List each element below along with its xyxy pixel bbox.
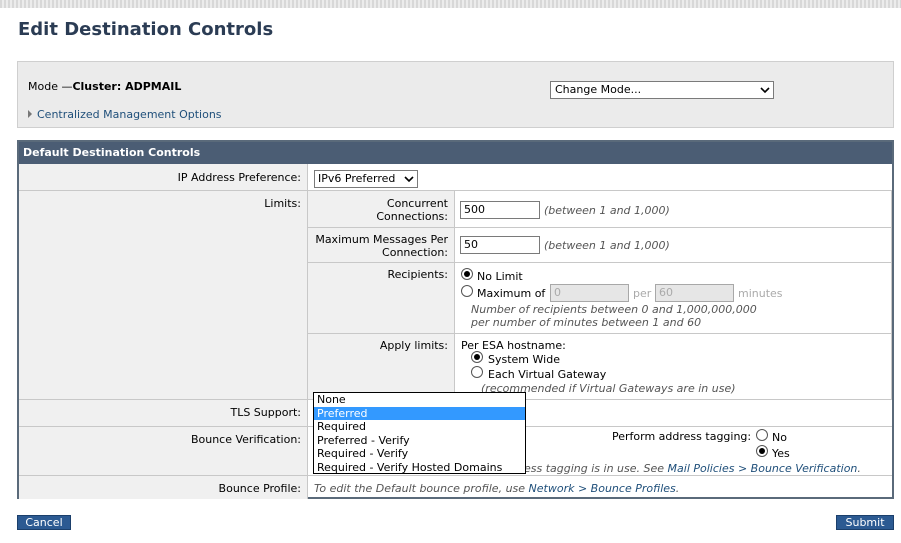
bounce-note-end: .: [857, 462, 861, 475]
row-divider: [308, 333, 892, 334]
change-mode-select[interactable]: Change Mode...: [550, 81, 774, 99]
system-wide-label: System Wide: [488, 353, 560, 366]
change-mode-value: Change Mode...: [555, 83, 642, 96]
max-messages-hint: (between 1 and 1,000): [544, 239, 670, 252]
recipients-label: Recipients:: [387, 268, 448, 281]
bounce-profile-text: To edit the Default bounce profile, use: [314, 482, 529, 495]
ip-preference-label: IP Address Preference:: [177, 171, 301, 184]
tagging-yes-radio[interactable]: [756, 445, 768, 457]
recipients-maximum-label: Maximum of: [477, 287, 546, 300]
chevron-down-icon: [404, 176, 414, 183]
bounce-profile-label: Bounce Profile:: [218, 482, 301, 495]
each-virtual-gateway-label: Each Virtual Gateway: [488, 368, 607, 381]
row-divider: [19, 190, 892, 191]
apply-limits-label: Apply limits:: [379, 339, 448, 352]
expand-triangle-icon: [28, 110, 32, 118]
recipients-maximum-radio[interactable]: [461, 285, 473, 297]
tls-option-none[interactable]: None: [314, 393, 525, 407]
page-title: Edit Destination Controls: [18, 19, 274, 40]
bounce-note: ess tagging is in use. See Mail Policies…: [524, 462, 861, 475]
tls-support-dropdown[interactable]: None Preferred Required Preferred - Veri…: [313, 392, 526, 474]
max-messages-input[interactable]: 50: [460, 236, 540, 254]
recipients-minutes-input[interactable]: 60: [655, 284, 734, 302]
concurrent-connections-hint: (between 1 and 1,000): [544, 204, 670, 217]
recipients-per-label: per: [633, 287, 652, 300]
mode-prefix: Mode —: [28, 80, 73, 93]
tagging-no-radio[interactable]: [756, 429, 768, 441]
recipients-max-input[interactable]: 0: [550, 284, 629, 302]
tls-option-preferred[interactable]: Preferred: [314, 406, 525, 420]
tagging-yes-label: Yes: [772, 447, 790, 460]
tls-support-label: TLS Support:: [230, 406, 301, 419]
bounce-verification-label: Bounce Verification:: [190, 433, 301, 446]
concurrent-connections-label-line1: Concurrent: [386, 197, 448, 210]
mode-panel: Mode —Cluster: ADPMAIL Change Mode... Ce…: [17, 61, 894, 128]
ip-preference-select[interactable]: IPv6 Preferred: [314, 170, 418, 188]
cancel-button[interactable]: Cancel: [17, 515, 71, 530]
bounce-verification-link[interactable]: Mail Policies > Bounce Verification: [668, 462, 858, 475]
row-divider: [308, 227, 892, 228]
tls-option-preferred-verify[interactable]: Preferred - Verify: [314, 434, 525, 448]
column-divider: [454, 191, 455, 399]
ip-preference-value: IPv6 Preferred: [318, 172, 396, 185]
bounce-profile-end: .: [675, 482, 680, 495]
top-strip: [0, 0, 901, 8]
recipients-minutes-label: minutes: [738, 287, 783, 300]
tls-option-required[interactable]: Required: [314, 420, 525, 434]
recipients-no-limit-label: No Limit: [477, 270, 523, 283]
limits-label: Limits:: [264, 197, 301, 210]
max-messages-label-line2: Connection:: [382, 246, 448, 259]
bounce-profiles-link[interactable]: Network > Bounce Profiles: [529, 482, 676, 495]
recipients-no-limit-radio[interactable]: [461, 268, 473, 280]
each-virtual-gateway-radio[interactable]: [471, 366, 483, 378]
system-wide-radio[interactable]: [471, 351, 483, 363]
label-column: [19, 164, 307, 499]
chevron-down-icon: [760, 87, 770, 94]
column-divider: [891, 191, 892, 399]
mode-value: Cluster: ADPMAIL: [72, 80, 182, 93]
concurrent-connections-label-line2: Connections:: [376, 210, 448, 223]
row-divider: [308, 262, 892, 263]
mode-line: Mode —Cluster: ADPMAIL: [28, 80, 181, 93]
row-divider: [19, 475, 892, 476]
perform-tagging-label: Perform address tagging:: [612, 430, 752, 443]
bounce-note-text: ess tagging is in use. See: [524, 462, 668, 475]
recipients-hint-line2: per number of minutes between 1 and 60: [471, 316, 702, 329]
max-messages-label-line1: Maximum Messages Per: [315, 233, 448, 246]
tls-option-required-verify-hosted[interactable]: Required - Verify Hosted Domains: [314, 461, 525, 475]
tls-option-required-verify[interactable]: Required - Verify: [314, 447, 525, 461]
recipients-hint-line1: Number of recipients between 0 and 1,000…: [471, 303, 757, 316]
section-header: Default Destination Controls: [19, 142, 892, 164]
centralized-management-link[interactable]: Centralized Management Options: [28, 108, 222, 121]
submit-button[interactable]: Submit: [836, 515, 894, 530]
tagging-no-label: No: [772, 431, 787, 444]
concurrent-connections-input[interactable]: 500: [460, 201, 540, 219]
bounce-profile-note: To edit the Default bounce profile, use …: [314, 482, 679, 495]
centralized-management-label: Centralized Management Options: [37, 108, 222, 121]
